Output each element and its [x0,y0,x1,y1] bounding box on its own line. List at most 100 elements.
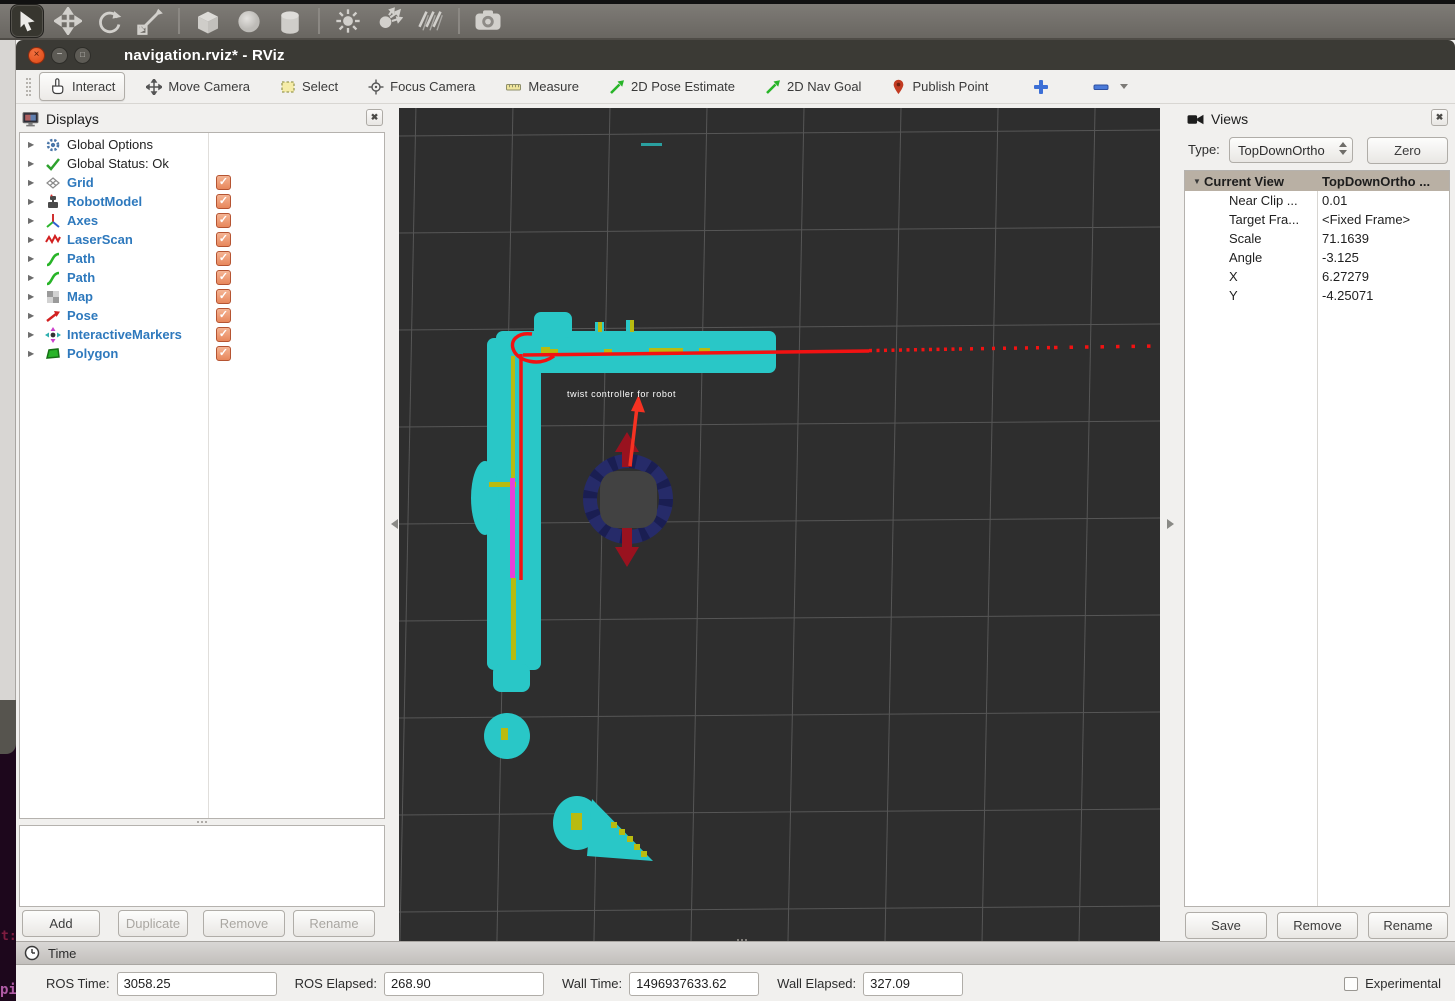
window-close-button[interactable]: × [28,47,45,64]
display-row-path-2[interactable]: ▶ Path [20,268,206,287]
current-view-row[interactable]: ▼ Current View TopDownOrtho ... [1185,171,1449,191]
translate-tool-button[interactable] [51,4,85,38]
experimental-checkbox[interactable] [1344,977,1358,991]
display-checkbox-grid[interactable]: ✓ [216,175,231,190]
property-value[interactable]: 6.27279 [1322,267,1369,286]
display-checkbox-pose[interactable]: ✓ [216,308,231,323]
display-row-path[interactable]: ▶ Path [20,249,206,268]
robot-body[interactable] [600,471,657,528]
cylinder-shape-button[interactable] [273,4,307,38]
rename-display-button[interactable]: Rename [293,910,375,937]
duplicate-display-button[interactable]: Duplicate [118,910,188,937]
wall-time-input[interactable] [629,972,759,996]
property-row-x[interactable]: X 6.27279 [1185,267,1449,286]
tool-2d-nav-goal[interactable]: 2D Nav Goal [756,74,870,100]
expand-arrow-icon[interactable]: ▶ [28,311,38,320]
views-panel-header[interactable]: Views [1187,109,1248,129]
spot-light-button[interactable] [372,4,406,38]
time-panel-header[interactable]: Time [16,941,1455,965]
display-row-axes[interactable]: ▶ Axes [20,211,206,230]
panel-splitter-left[interactable] [390,104,399,941]
property-row-target-frame[interactable]: Target Fra... <Fixed Frame> [1185,210,1449,229]
display-row-polygon[interactable]: ▶ Polygon [20,344,206,363]
display-checkbox-robotmodel[interactable]: ✓ [216,194,231,209]
ros-elapsed-input[interactable] [384,972,544,996]
property-value[interactable]: 71.1639 [1322,229,1369,248]
collapse-right-handle[interactable] [1167,519,1174,529]
directional-light-button[interactable] [413,4,447,38]
select-arrow-tool-button[interactable] [10,4,44,38]
display-checkbox-map[interactable]: ✓ [216,289,231,304]
display-checkbox-path-2[interactable]: ✓ [216,270,231,285]
add-tool-button[interactable] [1023,73,1059,101]
display-row-grid[interactable]: ▶ Grid [20,173,206,192]
rename-view-button[interactable]: Rename [1368,912,1448,939]
property-row-scale[interactable]: Scale 71.1639 [1185,229,1449,248]
property-row-y[interactable]: Y -4.25071 [1185,286,1449,305]
window-minimize-button[interactable]: − [51,47,68,64]
displays-panel-header[interactable]: Displays [22,109,99,129]
zero-button[interactable]: Zero [1367,137,1448,164]
3d-viewport[interactable]: twist controller for robot [399,108,1160,941]
box-shape-button[interactable] [191,4,225,38]
ros-time-input[interactable] [117,972,277,996]
screenshot-camera-button[interactable] [471,4,505,38]
property-row-near-clip[interactable]: Near Clip ... 0.01 [1185,191,1449,210]
display-row-map[interactable]: ▶ Map [20,287,206,306]
property-row-angle[interactable]: Angle -3.125 [1185,248,1449,267]
collapse-left-handle[interactable] [391,519,398,529]
wall-elapsed-input[interactable] [863,972,963,996]
display-row-interactive-markers[interactable]: ▶ InteractiveMarkers [20,325,206,344]
display-checkbox-axes[interactable]: ✓ [216,213,231,228]
expand-arrow-icon[interactable]: ▼ [1193,177,1203,186]
tool-interact[interactable]: Interact [39,72,125,101]
displays-tree[interactable]: ▶ Global Options ▶ Global Status: Ok ▶ G… [19,132,385,819]
expand-arrow-icon[interactable]: ▶ [28,159,38,168]
tool-focus-camera[interactable]: Focus Camera [359,74,484,100]
toolbar-drag-handle[interactable] [26,78,31,96]
remove-view-button[interactable]: Remove [1277,912,1358,939]
remove-tool-button[interactable] [1083,73,1137,101]
display-checkbox-path[interactable]: ✓ [216,251,231,266]
display-row-laserscan[interactable]: ▶ LaserScan [20,230,206,249]
property-value[interactable]: -3.125 [1322,248,1359,267]
spinner-arrows-icon[interactable] [1339,142,1347,155]
point-light-button[interactable] [331,4,365,38]
display-row-global-options[interactable]: ▶ Global Options [20,135,206,154]
tool-measure[interactable]: Measure [496,74,588,100]
rotate-tool-button[interactable] [92,4,126,38]
display-row-robotmodel[interactable]: ▶ RobotModel [20,192,206,211]
tool-select[interactable]: Select [271,74,347,100]
save-view-button[interactable]: Save [1185,912,1267,939]
displays-panel-close-button[interactable]: ✖ [366,109,383,126]
sphere-shape-button[interactable] [232,4,266,38]
display-checkbox-interactive-markers[interactable]: ✓ [216,327,231,342]
expand-arrow-icon[interactable]: ▶ [28,197,38,206]
property-value[interactable]: -4.25071 [1322,286,1373,305]
remove-display-button[interactable]: Remove [203,910,285,937]
display-checkbox-laserscan[interactable]: ✓ [216,232,231,247]
window-titlebar[interactable]: × − □ navigation.rviz* - RViz [16,40,1455,70]
expand-arrow-icon[interactable]: ▶ [28,216,38,225]
property-value[interactable]: <Fixed Frame> [1322,210,1410,229]
chevron-down-icon[interactable] [1120,84,1128,89]
display-checkbox-polygon[interactable]: ✓ [216,346,231,361]
display-row-global-status[interactable]: ▶ Global Status: Ok [20,154,206,173]
display-row-pose[interactable]: ▶ Pose [20,306,206,325]
expand-arrow-icon[interactable]: ▶ [28,349,38,358]
expand-arrow-icon[interactable]: ▶ [28,254,38,263]
views-tree[interactable]: ▼ Current View TopDownOrtho ... Near Cli… [1184,170,1450,907]
expand-arrow-icon[interactable]: ▶ [28,235,38,244]
expand-arrow-icon[interactable]: ▶ [28,330,38,339]
property-value[interactable]: 0.01 [1322,191,1347,210]
tool-2d-pose-estimate[interactable]: 2D Pose Estimate [600,74,744,100]
expand-arrow-icon[interactable]: ▶ [28,178,38,187]
panel-splitter-right[interactable] [1160,104,1181,941]
expand-arrow-icon[interactable]: ▶ [28,140,38,149]
expand-arrow-icon[interactable]: ▶ [28,292,38,301]
tool-move-camera[interactable]: Move Camera [137,74,259,100]
views-panel-close-button[interactable]: ✖ [1431,109,1448,126]
expand-arrow-icon[interactable]: ▶ [28,273,38,282]
tool-publish-point[interactable]: Publish Point [882,74,997,100]
add-display-button[interactable]: Add [22,910,100,937]
